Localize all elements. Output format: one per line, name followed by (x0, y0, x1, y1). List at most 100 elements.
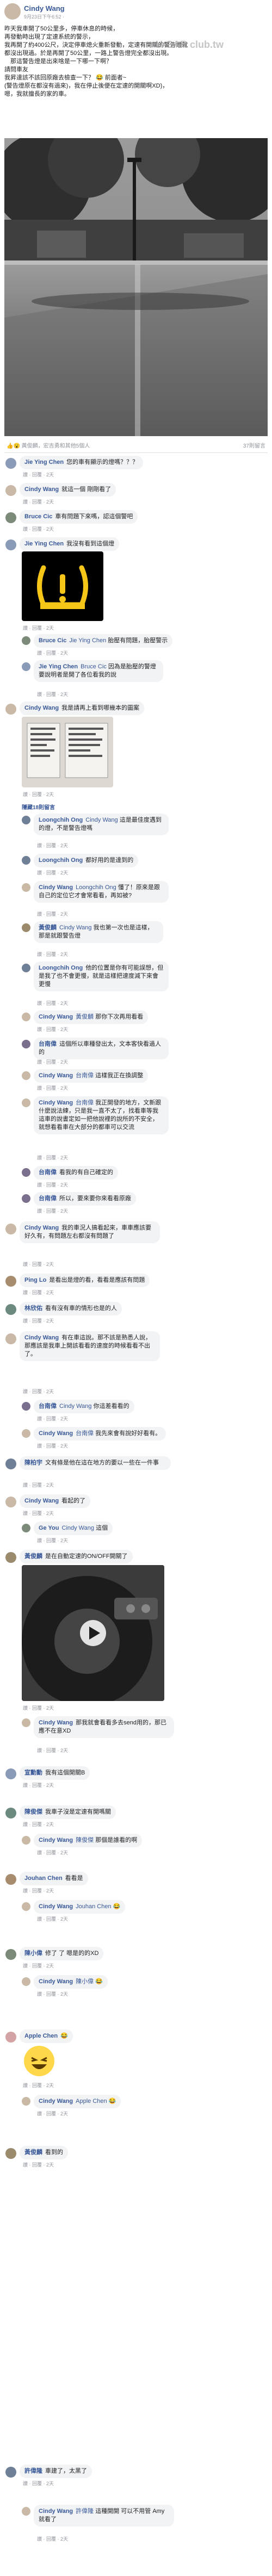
tagged-user[interactable]: Jie Ying Chen (69, 637, 106, 644)
comment-meta[interactable]: 讚 · 回覆 · 2天 (37, 842, 68, 849)
commenter-avatar[interactable] (22, 1194, 30, 1203)
comment-meta[interactable]: 讚 · 回覆 · 2天 (23, 2480, 54, 2487)
comment-meta[interactable]: 讚 · 回覆 · 2天 (23, 1704, 54, 1711)
tagged-user[interactable]: 陳小偉 (76, 1978, 94, 1985)
commenter-avatar[interactable] (5, 1304, 16, 1315)
commenter-avatar[interactable] (22, 2507, 30, 2516)
commenter-name[interactable]: Cindy Wang (39, 1430, 73, 1437)
tagged-user[interactable]: 許偉隆 (76, 2508, 94, 2515)
commenter-avatar[interactable] (22, 1718, 30, 1727)
commenter-name[interactable]: Cindy Wang (39, 1720, 73, 1726)
commenter-avatar[interactable] (22, 662, 30, 671)
commenter-avatar[interactable] (22, 1071, 30, 1080)
commenter-avatar[interactable] (5, 1808, 16, 1818)
commenter-avatar[interactable] (5, 704, 16, 715)
tagged-user[interactable]: Bruce Cic (81, 663, 107, 670)
commenter-name[interactable]: Loongchih Ong (39, 817, 83, 823)
tagged-user[interactable]: 台南偉 (76, 1072, 94, 1079)
commenter-name[interactable]: 宣勳勳 (24, 1770, 42, 1776)
commenter-avatar[interactable] (5, 2467, 16, 2478)
expand-replies-link[interactable]: 隱藏18則留言 (22, 803, 55, 811)
commenter-name[interactable]: Bruce Cic (24, 513, 52, 520)
commenter-name[interactable]: Cindy Wang (24, 486, 59, 493)
commenter-avatar[interactable] (5, 1874, 16, 1885)
commenter-avatar[interactable] (22, 1013, 30, 1021)
comment-meta[interactable]: 讚 · 回覆 · 2天 (37, 1915, 68, 1922)
commenter-name[interactable]: Cindy Wang (39, 1903, 73, 1910)
commenter-name[interactable]: Cindy Wang (24, 705, 59, 711)
commenter-avatar[interactable] (22, 1168, 30, 1177)
commenter-avatar[interactable] (5, 1768, 16, 1779)
comment-meta[interactable]: 讚 · 回覆 · 2天 (37, 1084, 68, 1091)
commenter-avatar[interactable] (22, 1977, 30, 1986)
comment-meta[interactable]: 讚 · 回覆 · 2天 (37, 1026, 68, 1033)
commenter-avatar[interactable] (5, 1276, 16, 1287)
tagged-user[interactable]: 黃俊麟 (76, 1014, 94, 1020)
commenter-name[interactable]: 台南偉 (39, 1041, 57, 1047)
commenter-avatar[interactable] (22, 1098, 30, 1107)
tagged-user[interactable]: Cindy Wang (59, 1403, 92, 1410)
commenter-name[interactable]: Cindy Wang (39, 1100, 73, 1106)
commenter-name[interactable]: Loongchih Ong (39, 965, 83, 971)
comment-meta[interactable]: 讚 · 回覆 · 2天 (23, 1821, 54, 1828)
comment-meta[interactable]: 讚 · 回覆 · 2天 (37, 2110, 68, 2117)
commenter-name[interactable]: 許偉隆 (24, 2468, 42, 2474)
comment-meta[interactable]: 讚 · 回覆 · 2天 (37, 649, 68, 656)
comment-meta[interactable]: 讚 · 回覆 · 2天 (37, 1747, 68, 1754)
commenter-name[interactable]: 黃俊麟 (24, 1553, 42, 1560)
tagged-user[interactable]: Loongchih Ong (76, 884, 116, 891)
tagged-user[interactable]: Cindy Wang (62, 1525, 95, 1531)
comment-meta[interactable]: 讚 · 回覆 · 2天 (37, 951, 68, 958)
comment-meta[interactable]: 讚 · 回覆 · 2天 (37, 1990, 68, 1997)
comment-meta[interactable]: 讚 · 回覆 · 2天 (23, 1289, 54, 1296)
commenter-avatar[interactable] (22, 816, 30, 824)
commenter-name[interactable]: Cindy Wang (24, 1225, 59, 1231)
tagged-user[interactable]: 陳俊傑 (76, 1837, 94, 1843)
comment-meta[interactable]: 讚 · 回覆 · 2天 (37, 1415, 68, 1422)
comment-meta[interactable]: 讚 · 回覆 · 2天 (37, 910, 68, 917)
commenter-avatar[interactable] (22, 1902, 30, 1911)
comment-meta[interactable]: 讚 · 回覆 · 2天 (23, 1782, 54, 1789)
comment-meta[interactable]: 讚 · 回覆 · 2天 (23, 1510, 54, 1517)
commenter-avatar[interactable] (5, 1458, 16, 1469)
comment-meta[interactable]: 讚 · 回覆 · 2天 (37, 869, 68, 876)
commenter-avatar[interactable] (5, 1949, 16, 1960)
commenter-avatar[interactable] (5, 2032, 16, 2043)
comment-meta[interactable]: 讚 · 回覆 · 2天 (23, 1261, 54, 1268)
comment-meta[interactable]: 讚 · 回覆 · 2天 (23, 498, 54, 505)
commenter-name[interactable]: Cindy Wang (39, 1014, 73, 1020)
post-timestamp[interactable]: 9月23日下午6:52 · (24, 13, 64, 20)
comment-meta[interactable]: 讚 · 回覆 · 2天 (23, 1962, 54, 1969)
commenter-name[interactable]: Jie Ying Chen (24, 541, 64, 547)
comment-meta[interactable]: 讚 · 回覆 · 2天 (37, 2535, 68, 2542)
commenter-avatar[interactable] (22, 883, 30, 892)
commenter-name[interactable]: Cindy Wang (24, 1334, 59, 1341)
commenter-avatar[interactable] (22, 1040, 30, 1048)
commenter-avatar[interactable] (22, 1836, 30, 1845)
comment-meta[interactable]: 讚 · 回覆 · 2天 (23, 624, 54, 631)
commenter-name[interactable]: 陳小偉 (24, 1950, 42, 1957)
commenter-name[interactable]: 黃俊麟 (39, 924, 57, 931)
commenter-avatar[interactable] (5, 1552, 16, 1563)
author-name[interactable]: Cindy Wang (24, 4, 65, 13)
manual-page-image[interactable] (22, 717, 113, 787)
commenter-name[interactable]: 台南偉 (39, 1403, 57, 1410)
tagged-user[interactable]: Cindy Wang (85, 817, 118, 823)
comment-meta[interactable]: 讚 · 回覆 · 2天 (37, 1154, 68, 1161)
commenter-avatar[interactable] (22, 923, 30, 932)
commenter-name[interactable]: Jie Ying Chen (39, 663, 78, 670)
commenter-name[interactable]: Bruce Cic (39, 637, 66, 644)
commenter-avatar[interactable] (5, 458, 16, 469)
commenter-avatar[interactable] (22, 964, 30, 972)
comment-meta[interactable]: 讚 · 回覆 · 2天 (23, 1388, 54, 1395)
commenter-name[interactable]: Apple Chen (24, 2033, 58, 2039)
commenter-name[interactable]: Jouhan Chen (24, 1875, 63, 1882)
commenter-avatar[interactable] (22, 636, 30, 645)
commenter-name[interactable]: Cindy Wang (39, 1837, 73, 1843)
commenter-avatar[interactable] (22, 1524, 30, 1532)
commenter-name[interactable]: 陳俊傑 (24, 1809, 42, 1815)
comment-meta[interactable]: 讚 · 回覆 · 2天 (23, 791, 54, 798)
commenter-name[interactable]: Loongchih Ong (39, 857, 83, 864)
comment-meta[interactable]: 讚 · 回覆 · 2天 (23, 525, 54, 532)
tire-pressure-warning-image[interactable] (22, 551, 103, 621)
